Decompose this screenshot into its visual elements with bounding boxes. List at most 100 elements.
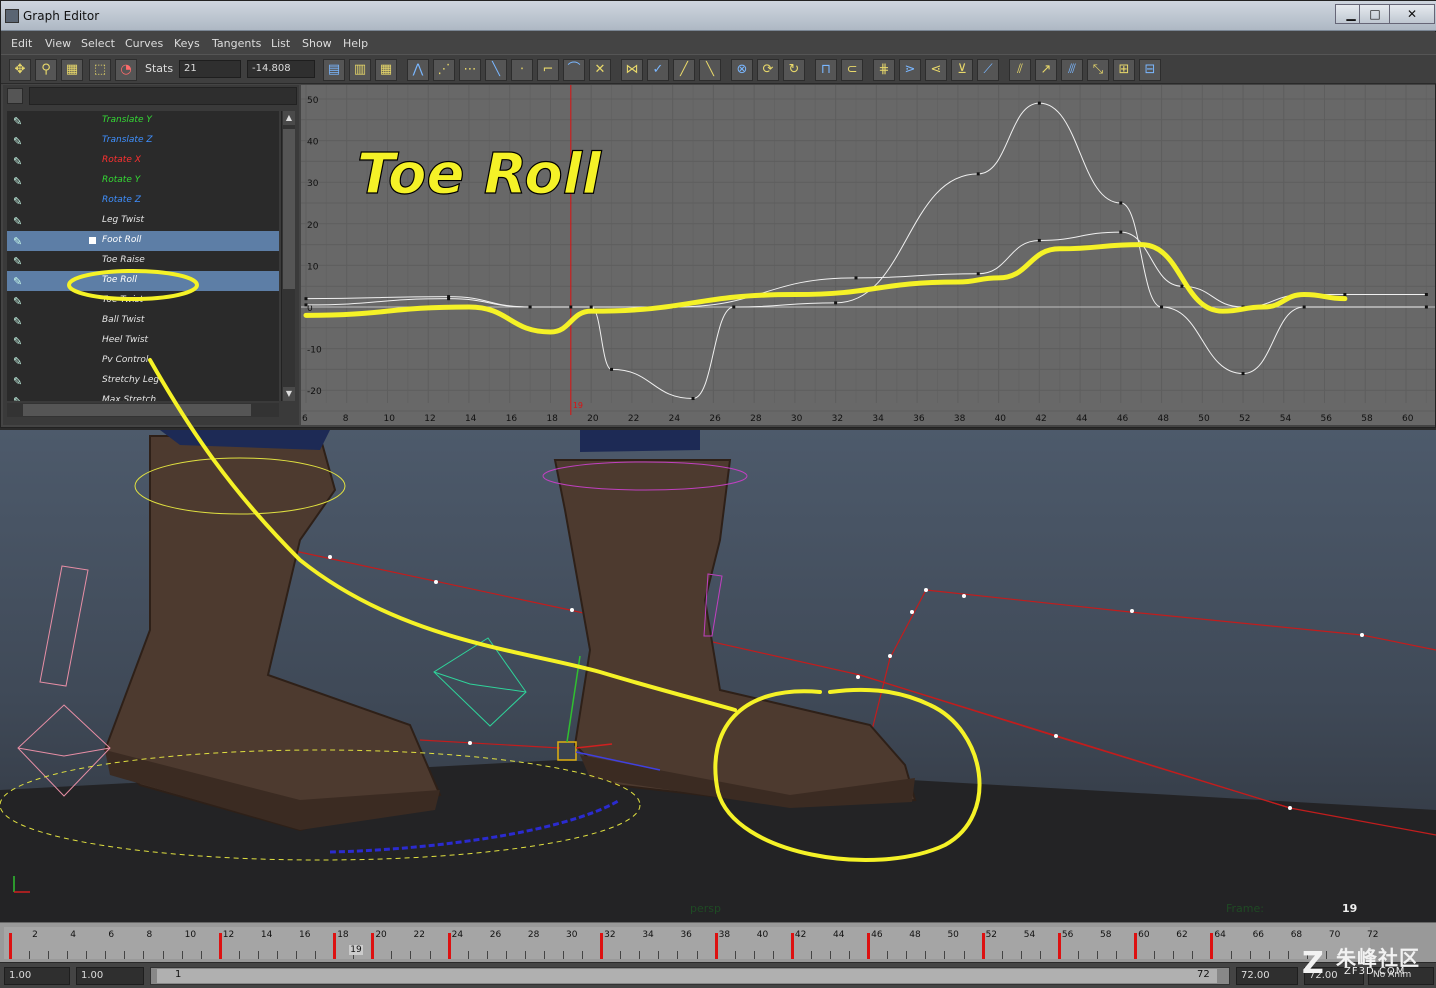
watermark-sub: ZF3D.COM [1344, 966, 1406, 977]
graph-tool-icon[interactable]: ⫻ [1061, 59, 1083, 81]
timeline-key-marker[interactable] [218, 933, 222, 959]
graph-tool-icon[interactable]: ⊞ [1113, 59, 1135, 81]
timeline-key-marker[interactable] [981, 933, 985, 959]
move-manipulator[interactable] [557, 741, 577, 761]
range-slider-start: 1 [175, 969, 182, 980]
lattice-tool-icon[interactable]: ▦ [61, 59, 83, 81]
stats-frame-field[interactable]: 21 [179, 60, 241, 78]
graph-tool-icon[interactable]: ✓ [647, 59, 669, 81]
graph-canvas[interactable]: 50 40 30 20 10 0 -10 -20 6 8 10 12 14 16 18 20 22 24 26 28 3… [301, 85, 1435, 425]
graph-tool-icon[interactable]: ⋯ [459, 59, 481, 81]
timeline-tick-label: 42 [794, 930, 807, 940]
graph-tool-icon[interactable]: ▦ [375, 59, 397, 81]
timeline-tick-label: 54 [1023, 930, 1036, 940]
graph-tool-icon[interactable]: ⋰ [433, 59, 455, 81]
graph-tool-icon[interactable]: ⋕ [873, 59, 895, 81]
timeline-minor-tick [830, 951, 832, 959]
timeline-tick-label: 38 [718, 930, 731, 940]
menu-select[interactable]: Select [81, 37, 115, 50]
move-key-tool-icon[interactable]: ✥ [9, 59, 31, 81]
scroll-up-icon[interactable]: ▲ [283, 111, 295, 125]
graph-tool-icon[interactable]: ⋅ [511, 59, 533, 81]
graph-tool-icon[interactable]: ╲ [485, 59, 507, 81]
graph-view[interactable]: 50 40 30 20 10 0 -10 -20 6 8 10 12 14 16 18 20 22 24 26 28 3… [301, 85, 1435, 425]
graph-tool-icon[interactable]: ▥ [349, 59, 371, 81]
graph-tool-icon[interactable]: ⊂ [841, 59, 863, 81]
graph-tool-icon[interactable]: ⋀ [407, 59, 429, 81]
green-pivot-control[interactable] [433, 637, 527, 727]
timeline-key-marker[interactable] [1210, 933, 1214, 959]
graph-tool-icon[interactable]: ⊓ [815, 59, 837, 81]
timeline-tick-label: 18 [337, 930, 349, 940]
timeline-minor-tick [505, 951, 507, 959]
range-slider-handle[interactable] [157, 969, 1217, 983]
graph-tool-icon[interactable]: ▤ [323, 59, 345, 81]
range-end-field[interactable]: 72.00 [1236, 967, 1298, 985]
close-button[interactable]: ✕ [1389, 4, 1435, 24]
graph-tool-icon[interactable]: ⟳ [757, 59, 779, 81]
timeline-tick-label: 52 [985, 930, 998, 940]
timeline-key-marker[interactable] [867, 933, 871, 959]
menu-keys[interactable]: Keys [174, 37, 200, 50]
timeline-tick-label: 56 [1061, 930, 1074, 940]
viewport-scene[interactable] [0, 430, 1436, 922]
timeline-minor-tick [639, 951, 641, 959]
menu-show[interactable]: Show [302, 37, 332, 50]
graph-tool-icon[interactable]: ⫽ [1009, 59, 1031, 81]
graph-tool-icon[interactable]: ╲ [699, 59, 721, 81]
menu-curves[interactable]: Curves [125, 37, 163, 50]
timeline-key-marker[interactable] [333, 933, 337, 959]
annotation-oval [67, 269, 199, 301]
graph-tool-icon[interactable]: ⌒ [563, 59, 585, 81]
outliner-vertical-scrollbar[interactable]: ▲ ▼ [281, 111, 295, 401]
timeline-key-marker[interactable] [1057, 933, 1061, 959]
graph-tool-icon[interactable]: ↻ [783, 59, 805, 81]
timeline-key-marker[interactable] [1134, 933, 1138, 959]
timeline-key-marker[interactable] [371, 933, 375, 959]
graph-tool-icon[interactable]: ⋗ [899, 59, 921, 81]
time-slider[interactable]: 2 4 6 8 10 12 14 16 18 20 22 24 26 28 30 32 34 36 38 40 42 44… [0, 922, 1436, 962]
x-tick-label: 54 [1280, 414, 1292, 424]
menu-list[interactable]: List [271, 37, 290, 50]
filter-icon[interactable] [7, 88, 23, 104]
scroll-thumb-h[interactable] [23, 404, 251, 416]
menu-edit[interactable]: Edit [11, 37, 32, 50]
timeline-minor-tick [467, 951, 469, 959]
start-time-field[interactable]: 1.00 [4, 967, 70, 985]
timeline-key-marker[interactable] [790, 933, 794, 959]
time-slider-track[interactable]: 2 4 6 8 10 12 14 16 18 20 22 24 26 28 30 32 34 36 38 40 42 44… [4, 927, 1378, 959]
timeline-key-marker[interactable] [447, 933, 451, 959]
timeline-key-marker[interactable] [714, 933, 718, 959]
insert-key-tool-icon[interactable]: ⚲ [35, 59, 57, 81]
menu-view[interactable]: View [45, 37, 71, 50]
graph-tool-icon[interactable]: ⋈ [621, 59, 643, 81]
timeline-current-frame[interactable]: 19 [349, 945, 363, 955]
retime-tool-icon[interactable]: ◔ [115, 59, 137, 81]
graph-tool-icon[interactable]: ⟋ [977, 59, 999, 81]
graph-tool-icon[interactable]: ✕ [589, 59, 611, 81]
region-tool-icon[interactable]: ⬚ [89, 59, 111, 81]
outliner-horizontal-scrollbar[interactable] [7, 403, 279, 417]
maximize-button[interactable]: □ [1359, 4, 1391, 24]
timeline-key-marker[interactable] [600, 933, 604, 959]
range-slider[interactable]: 1 72 [150, 967, 1230, 985]
graph-tool-icon[interactable]: ⊟ [1139, 59, 1161, 81]
timeline-key-marker[interactable] [9, 933, 12, 959]
menu-help[interactable]: Help [343, 37, 368, 50]
graph-tool-icon[interactable]: ⊻ [951, 59, 973, 81]
graph-tool-icon[interactable]: ⤡ [1087, 59, 1109, 81]
left-knee-control[interactable] [39, 565, 89, 687]
outliner-filter-field[interactable] [29, 87, 297, 105]
graph-tool-icon[interactable]: ⌐ [537, 59, 559, 81]
menu-tangents[interactable]: Tangents [212, 37, 261, 50]
scroll-down-icon[interactable]: ▼ [283, 387, 295, 401]
title-bar[interactable]: Graph Editor ▁ □ ✕ [1, 1, 1436, 31]
range-start-field[interactable]: 1.00 [76, 967, 144, 985]
graph-tool-icon[interactable]: ╱ [673, 59, 695, 81]
graph-tool-icon[interactable]: ⋖ [925, 59, 947, 81]
graph-tool-icon[interactable]: ⊗ [731, 59, 753, 81]
graph-tool-icon[interactable]: ↗ [1035, 59, 1057, 81]
scroll-thumb[interactable] [283, 129, 295, 289]
perspective-viewport[interactable]: persp Frame: 19 [0, 430, 1436, 922]
stats-value-field[interactable]: -14.808 [247, 60, 315, 78]
